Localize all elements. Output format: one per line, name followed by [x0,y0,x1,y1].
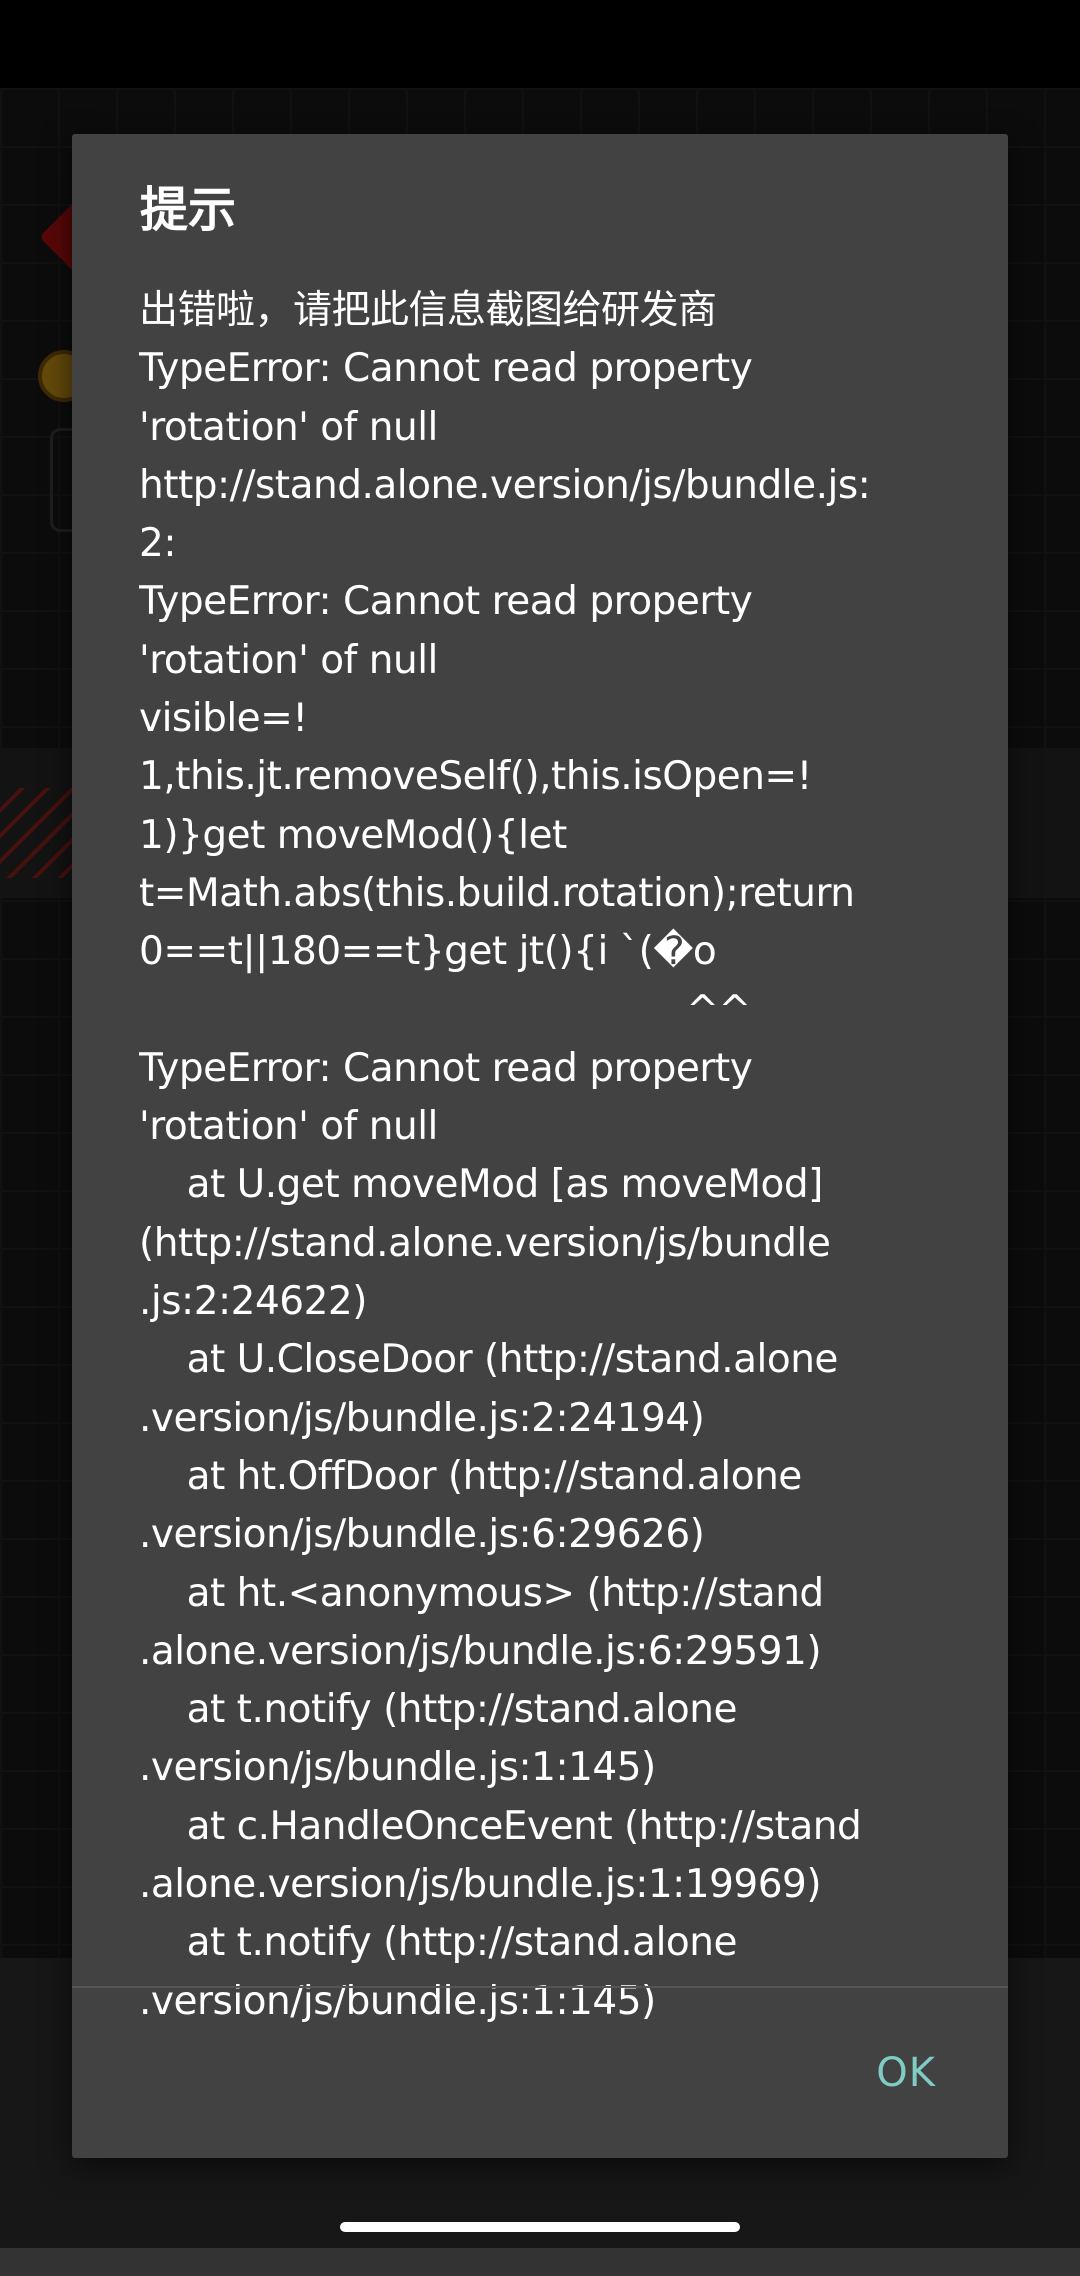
home-indicator-bar[interactable] [340,2222,740,2232]
dialog-message-scroll[interactable]: 出错啦，请把此信息截图给研发商 TypeError: Cannot read p… [139,282,939,2120]
error-dialog: 提示 出错啦，请把此信息截图给研发商 TypeError: Cannot rea… [72,134,1008,2158]
ok-button[interactable]: OK [860,2042,952,2104]
error-message-text: 出错啦，请把此信息截图给研发商 TypeError: Cannot read p… [139,288,871,2024]
dialog-title: 提示 [140,182,237,238]
button-bar-divider [72,1986,1008,1988]
